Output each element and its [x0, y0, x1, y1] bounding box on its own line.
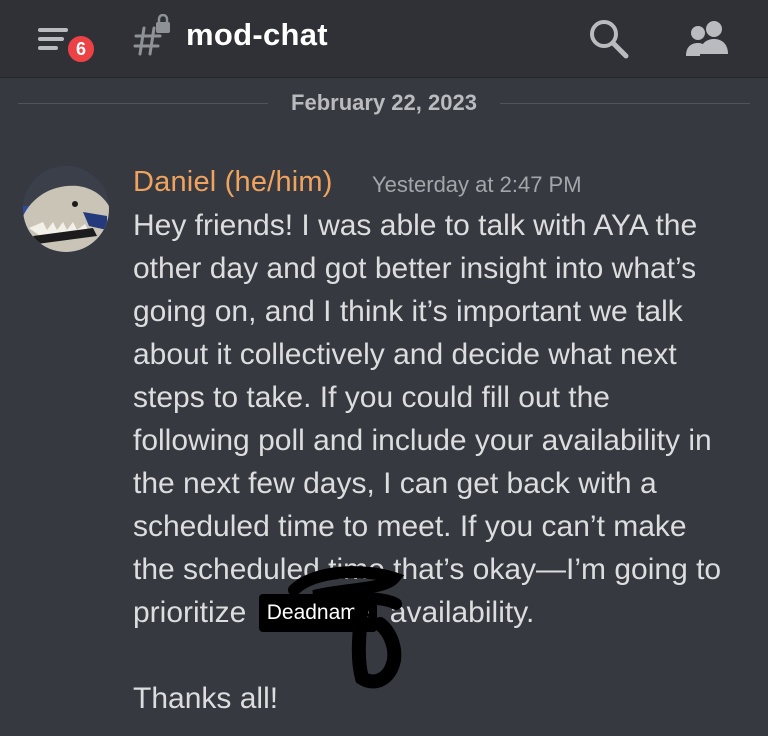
- message-word: prioritize: [133, 596, 247, 629]
- message-line: going on, and I think it’s important we …: [133, 295, 683, 328]
- message-line: the next few days, I can get back with a: [133, 467, 657, 500]
- members-icon: [686, 21, 728, 56]
- message-line: the scheduled time that’s okay—I’m going…: [133, 553, 722, 586]
- message-line: scheduled time to meet. If you can’t mak…: [133, 510, 687, 543]
- search-button[interactable]: [586, 16, 632, 62]
- date-divider-line-right: [500, 103, 750, 104]
- chat-screen: 6 mod-chat February 22, 2023 Daniel (he/…: [0, 0, 768, 736]
- message-line: other day and got better insight into wh…: [133, 252, 697, 285]
- message-line-redacted: prioritize Deadname availability.: [133, 591, 758, 634]
- message-body: Hey friends! I was able to talk with AYA…: [133, 204, 758, 720]
- hashtag-lock-icon: [133, 14, 170, 56]
- channel-name: mod-chat: [186, 17, 328, 52]
- message-closing: Thanks all!: [133, 682, 279, 715]
- avatar[interactable]: [23, 166, 109, 252]
- menu-button[interactable]: 6: [30, 18, 102, 68]
- message-word: availability.: [389, 596, 535, 629]
- message-line: steps to take. If you could fill out the: [133, 381, 610, 414]
- message-line: Hey friends! I was able to talk with AYA…: [133, 209, 698, 242]
- shark-avatar-image: [23, 166, 109, 252]
- search-icon: [590, 20, 629, 59]
- message-line: about it collectively and decide what ne…: [133, 338, 677, 371]
- date-divider: February 22, 2023: [291, 90, 477, 115]
- message-timestamp: Yesterday at 2:47 PM: [372, 172, 582, 197]
- unread-badge: 6: [64, 32, 98, 66]
- message-line: following poll and include your availabi…: [133, 424, 712, 457]
- message-author[interactable]: Daniel (he/him): [133, 166, 333, 199]
- channel-header: 6 mod-chat: [0, 0, 768, 78]
- redaction-label: Deadname: [258, 594, 378, 632]
- members-button[interactable]: [682, 16, 732, 62]
- date-divider-line-left: [18, 103, 268, 104]
